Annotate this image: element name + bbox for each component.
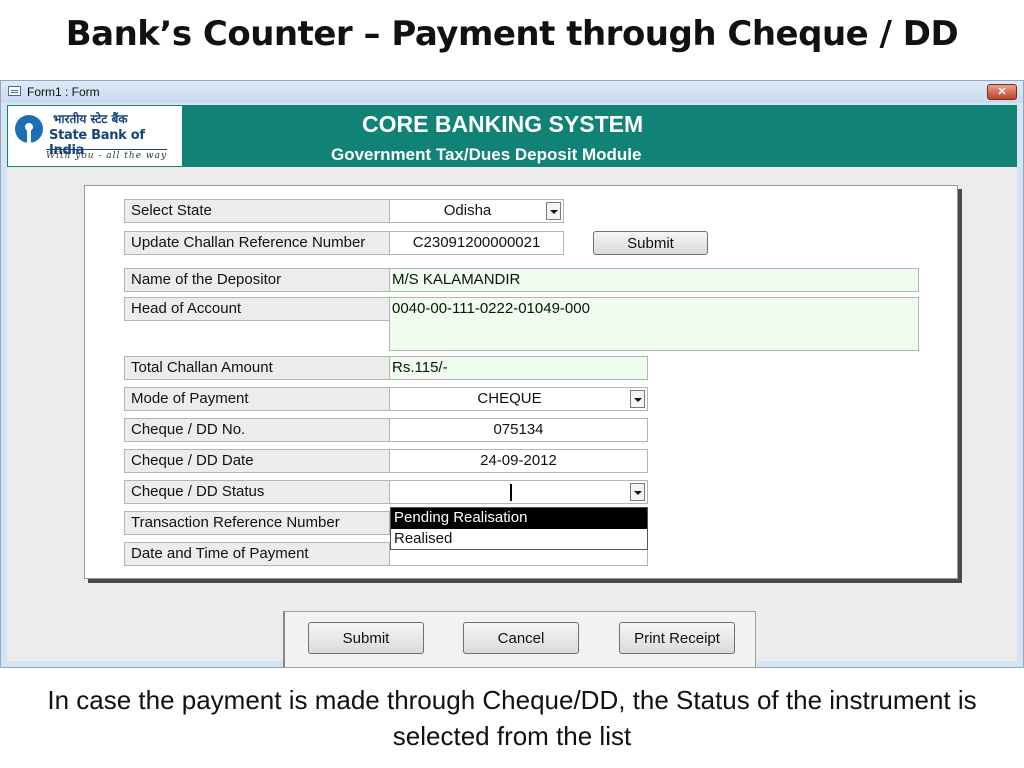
chevron-down-icon[interactable] — [546, 202, 561, 220]
slide-title: Bank’s Counter – Payment through Cheque … — [65, 14, 959, 54]
cancel-button[interactable]: Cancel — [463, 622, 579, 654]
depositor-field: M/S KALAMANDIR — [389, 268, 919, 292]
cheque-no-label: Cheque / DD No. — [124, 418, 390, 442]
logo-hindi-text: भारतीय स्टेट बैंक — [53, 112, 128, 126]
state-select[interactable]: Odisha — [389, 199, 564, 223]
logo-tagline: With you - all the way — [46, 149, 168, 161]
app-window: Form1 : Form ✕ भारतीय स्टेट बैंक State B… — [0, 80, 1024, 668]
head-of-account-label: Head of Account — [124, 297, 390, 321]
form-icon — [8, 86, 21, 96]
module-title: Government Tax/Dues Deposit Module — [331, 145, 642, 164]
print-receipt-button[interactable]: Print Receipt — [619, 622, 735, 654]
state-label: Select State — [124, 199, 390, 223]
total-amount-label: Total Challan Amount — [124, 356, 390, 380]
depositor-label: Name of the Depositor — [124, 268, 390, 292]
challan-ref-label: Update Challan Reference Number — [124, 231, 390, 255]
cheque-status-dropdown: Pending Realisation Realised — [390, 507, 648, 550]
payment-mode-label: Mode of Payment — [124, 387, 390, 411]
window-title: Form1 : Form — [27, 85, 100, 99]
sbi-logo-icon — [15, 115, 43, 143]
cheque-date-label: Cheque / DD Date — [124, 449, 390, 473]
form-client-area: भारतीय स्टेट बैंक State Bank of India Wi… — [7, 105, 1017, 668]
txn-ref-label: Transaction Reference Number — [124, 511, 390, 535]
status-option-realised[interactable]: Realised — [391, 529, 647, 550]
challan-ref-input[interactable]: C23091200000021 — [389, 231, 564, 255]
head-of-account-field: 0040-00-111-0222-01049-000 — [389, 297, 919, 351]
slide-caption: In case the payment is made through Cheq… — [47, 685, 977, 751]
system-title: CORE BANKING SYSTEM — [362, 111, 644, 137]
window-titlebar: Form1 : Form ✕ — [1, 81, 1023, 103]
cheque-date-input[interactable]: 24-09-2012 — [389, 449, 648, 473]
cheque-status-label: Cheque / DD Status — [124, 480, 390, 504]
deposit-form: Select State Odisha Update Challan Refer… — [84, 185, 958, 579]
cheque-status-select[interactable] — [389, 480, 648, 504]
payment-mode-select[interactable]: CHEQUE — [389, 387, 648, 411]
challan-submit-button[interactable]: Submit — [593, 231, 708, 255]
cheque-no-input[interactable]: 075134 — [389, 418, 648, 442]
payment-datetime-label: Date and Time of Payment — [124, 542, 390, 566]
window-close-button[interactable]: ✕ — [987, 84, 1017, 100]
sbi-logo: भारतीय स्टेट बैंक State Bank of India Wi… — [8, 106, 182, 166]
state-value: Odisha — [443, 202, 492, 219]
payment-mode-value: CHEQUE — [477, 390, 542, 407]
text-caret — [510, 484, 512, 501]
submit-button[interactable]: Submit — [308, 622, 424, 654]
banner: भारतीय स्टेट बैंक State Bank of India Wi… — [7, 105, 1017, 167]
action-bar: Submit Cancel Print Receipt — [283, 611, 756, 668]
chevron-down-icon[interactable] — [630, 483, 645, 501]
chevron-down-icon[interactable] — [630, 390, 645, 408]
status-option-pending[interactable]: Pending Realisation — [391, 508, 647, 529]
total-amount-field: Rs.115/- — [389, 356, 648, 380]
